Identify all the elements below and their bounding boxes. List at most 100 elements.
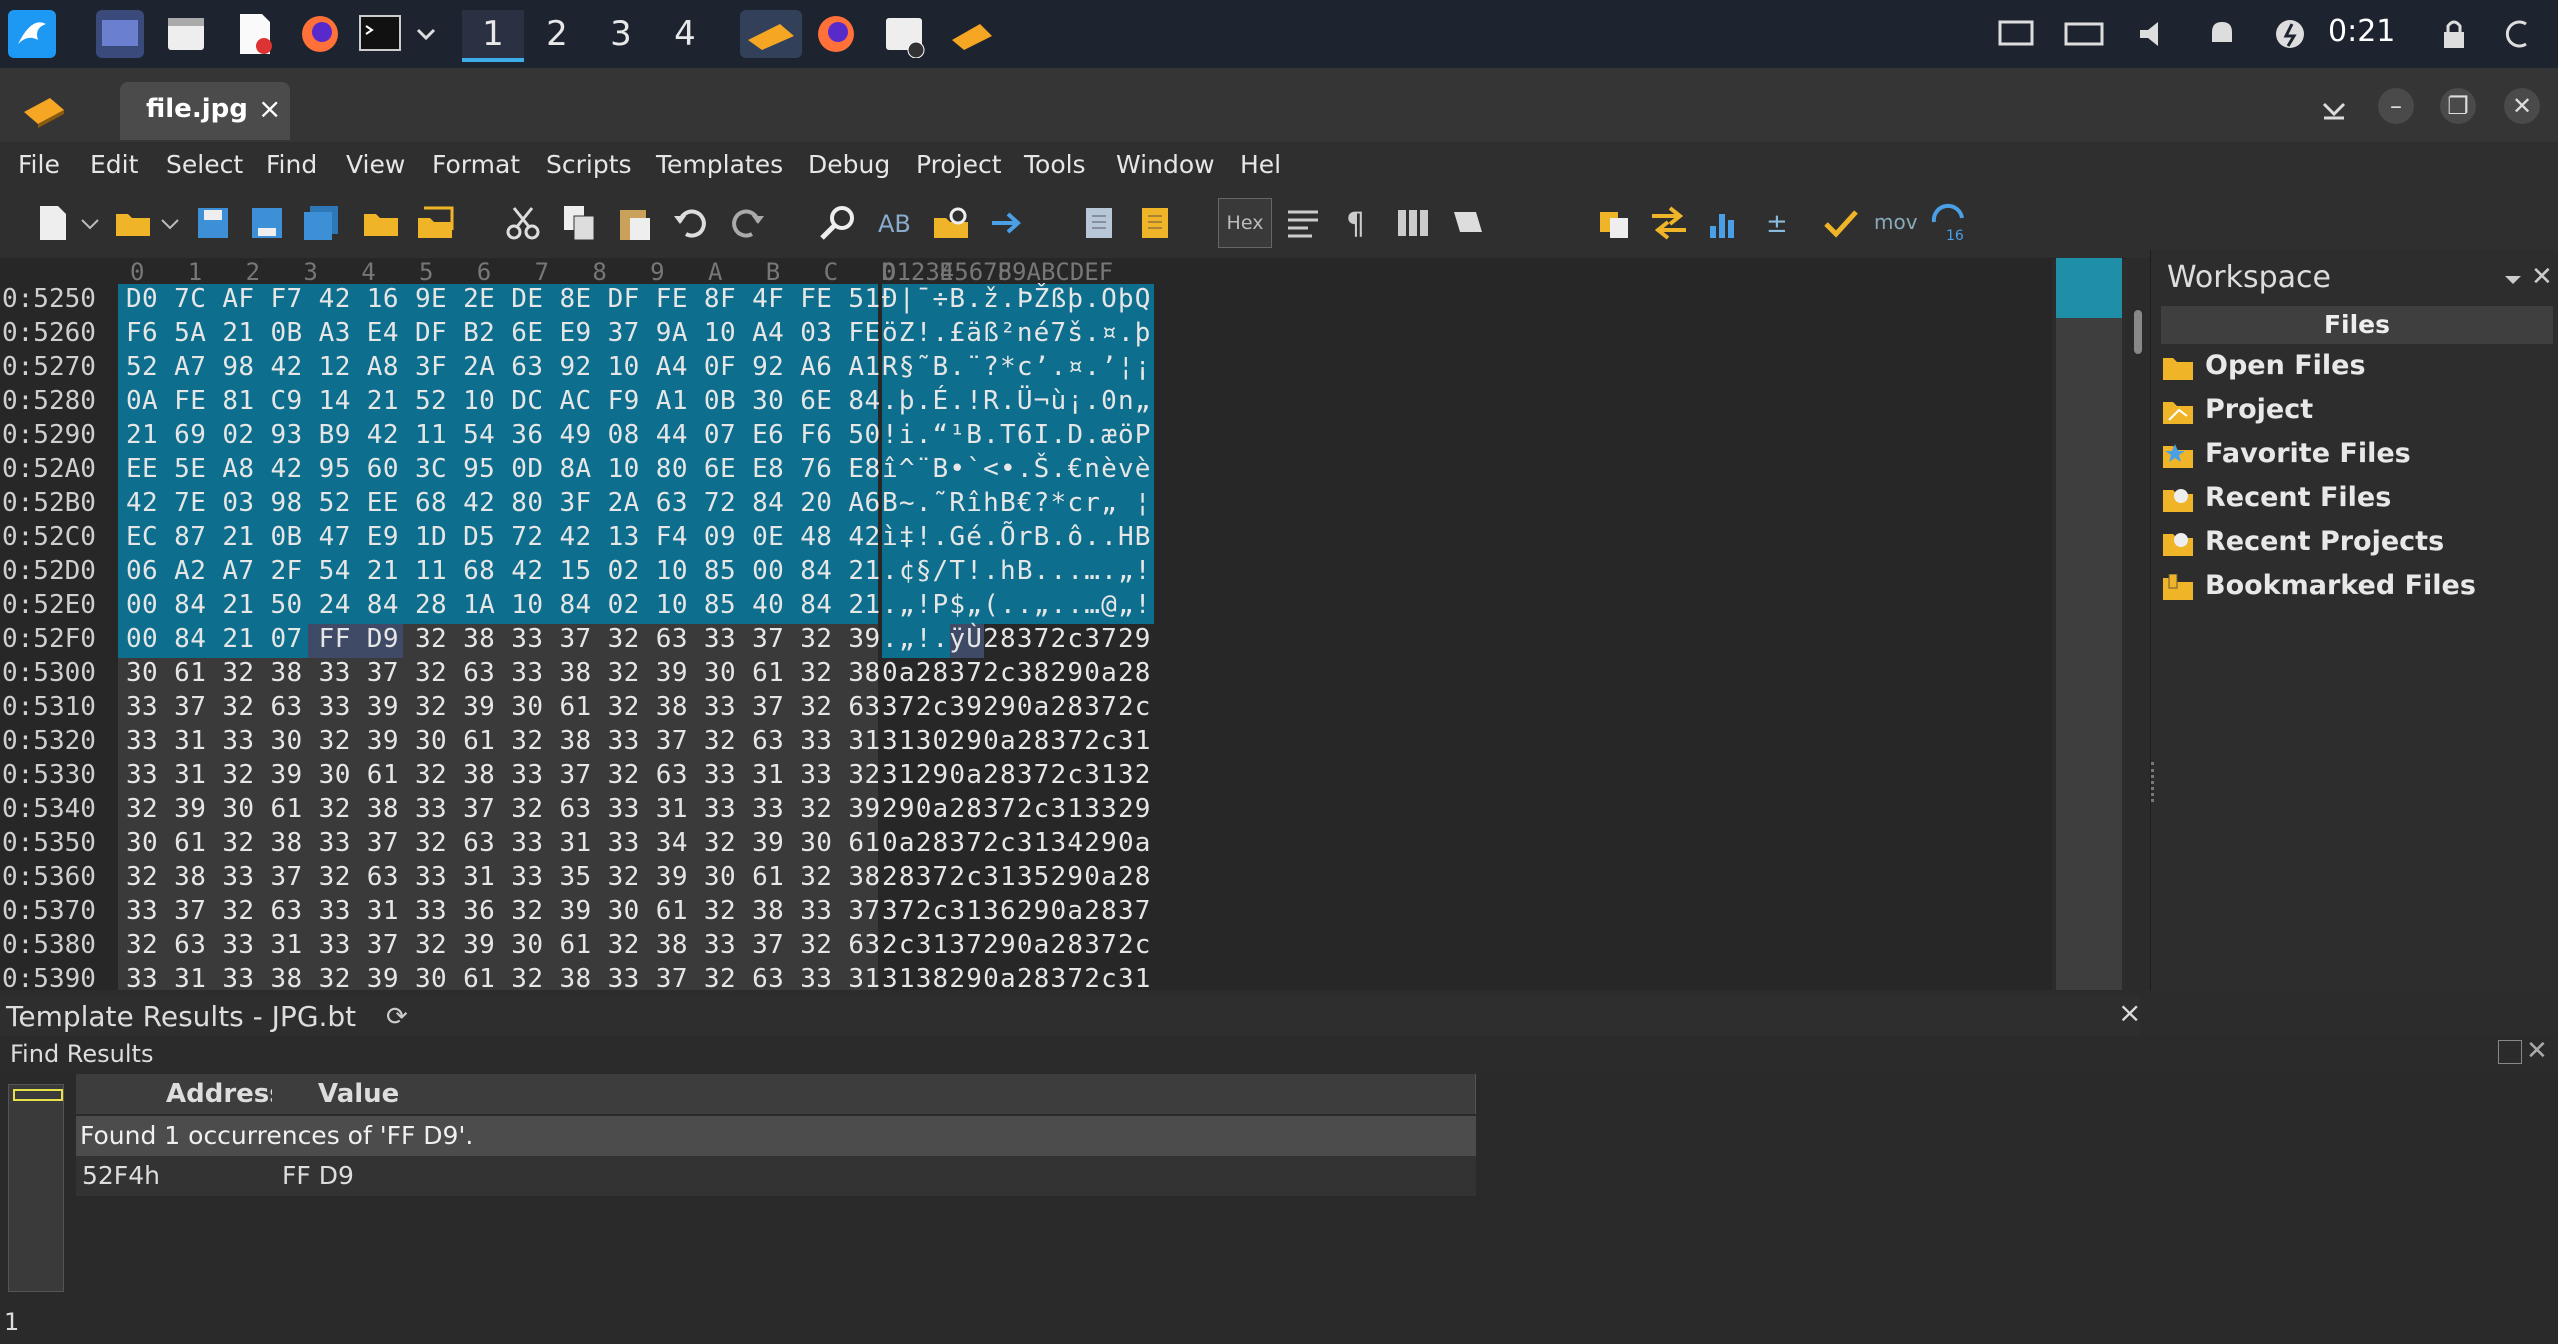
ascii-bytes[interactable]: 28372c3135290a28	[882, 862, 1152, 896]
new-file-icon[interactable]	[32, 202, 74, 244]
hex-bytes[interactable]: 42 7E 03 98 52 EE 68 42 80 3F 2A 63 72 8…	[126, 488, 881, 522]
hex-bytes[interactable]: D0 7C AF F7 42 16 9E 2E DE 8E DF FE 8F 4…	[126, 284, 881, 318]
menu-window[interactable]: Window	[1116, 150, 1215, 179]
ascii-bytes[interactable]: R§˜B.¨?*c’.¤.’¦¡	[882, 352, 1152, 386]
workspace-menu-icon[interactable]	[2503, 270, 2523, 290]
virtual-desktop-2[interactable]: 2	[526, 10, 588, 58]
redo-icon[interactable]	[726, 202, 768, 244]
menu-debug[interactable]: Debug	[808, 150, 890, 179]
ascii-bytes[interactable]: 372c3136290a2837	[882, 896, 1152, 930]
hex-bytes[interactable]: 33 31 32 39 30 61 32 38 33 37 32 63 33 3…	[126, 760, 881, 794]
ws-item-favorite-files[interactable]: Favorite Files	[2163, 436, 2543, 476]
pilcrow-icon[interactable]: ¶	[1336, 202, 1378, 244]
menu-project[interactable]: Project	[916, 150, 1002, 179]
workspace-files-header[interactable]: Files	[2161, 306, 2553, 344]
hex-bytes[interactable]: 33 31 33 30 32 39 30 61 32 38 33 37 32 6…	[126, 726, 881, 760]
hex-row[interactable]: 0:5370 33 37 32 63 33 31 33 36 32 39 30 6…	[0, 896, 2052, 930]
ascii-bytes[interactable]: 372c39290a28372c	[882, 692, 1152, 726]
open-file-icon[interactable]	[112, 202, 154, 244]
hex-mode-button[interactable]: Hex	[1218, 198, 1272, 248]
document-viewer-icon[interactable]	[230, 10, 278, 58]
replace-icon[interactable]: AB	[874, 202, 916, 244]
bell-icon[interactable]	[2198, 10, 2246, 58]
virtual-desktop-3[interactable]: 3	[590, 10, 652, 58]
firefox-icon[interactable]	[296, 10, 344, 58]
ascii-bytes[interactable]: 31290a28372c3132	[882, 760, 1152, 794]
hex-row[interactable]: 0:5250 D0 7C AF F7 42 16 9E 2E DE 8E DF F…	[0, 284, 2052, 318]
file-manager-task-icon[interactable]	[880, 10, 928, 59]
template-run-icon[interactable]	[1134, 202, 1176, 244]
lock-icon[interactable]	[2430, 10, 2478, 58]
tab-close-icon[interactable]: ×	[258, 92, 281, 125]
hex-bytes[interactable]: 33 37 32 63 33 39 32 39 30 61 32 38 33 3…	[126, 692, 881, 726]
ws-item-project[interactable]: Project	[2163, 392, 2543, 432]
ws-item-open-files[interactable]: Open Files	[2163, 348, 2543, 388]
ascii-bytes[interactable]: .„!P$„(..„..…@„!	[882, 590, 1152, 624]
ws-item-bookmarked-files[interactable]: Bookmarked Files	[2163, 568, 2543, 608]
firefox-task-icon[interactable]	[812, 10, 860, 58]
hex-row[interactable]: 0:52C0 EC 87 21 0B 47 E9 1D D5 72 42 13 F…	[0, 522, 2052, 556]
script-run-icon[interactable]	[1078, 202, 1120, 244]
ascii-bytes[interactable]: 290a28372c313329	[882, 794, 1152, 828]
menu-edit[interactable]: Edit	[90, 150, 138, 179]
hex-row[interactable]: 0:5310 33 37 32 63 33 39 32 39 30 61 32 3…	[0, 692, 2052, 726]
virtual-desktop-4[interactable]: 4	[654, 10, 716, 58]
hex-bytes[interactable]: EE 5E A8 42 95 60 3C 95 0D 8A 10 80 6E E…	[126, 454, 881, 488]
refresh-icon[interactable]: ⟳	[386, 1002, 408, 1032]
hex-bytes[interactable]: 33 31 33 38 32 39 30 61 32 38 33 37 32 6…	[126, 964, 881, 990]
scrollbar-thumb[interactable]	[2134, 310, 2142, 354]
undo-icon[interactable]	[670, 202, 712, 244]
hex-row[interactable]: 0:52F0 00 84 21 07 FF D9 32 38 33 37 32 6…	[0, 624, 2052, 658]
table-row[interactable]: 52F4h FF D9	[76, 1156, 1476, 1196]
base-converter-icon[interactable]: 16	[1928, 202, 1970, 244]
hex-row[interactable]: 0:5330 33 31 32 39 30 61 32 38 33 37 32 6…	[0, 760, 2052, 794]
chevron-down-icon[interactable]	[412, 10, 440, 58]
ws-item-recent-files[interactable]: Recent Files	[2163, 480, 2543, 520]
ascii-bytes[interactable]: Ð|¯÷B.ž.ÞŽßþ.OþQ	[882, 284, 1152, 318]
hex-vertical-scrollbar[interactable]	[2126, 258, 2150, 990]
col-value[interactable]: Value	[272, 1074, 1476, 1114]
menu-find[interactable]: Find	[266, 150, 317, 179]
ascii-bytes[interactable]: B~.˜RîhB€?*cr„ ¦	[882, 488, 1152, 522]
file-minimap[interactable]	[2056, 258, 2122, 990]
calculator-icon[interactable]: ±	[1762, 202, 1804, 244]
results-history-strip[interactable]	[8, 1084, 64, 1292]
restore-icon[interactable]: ❐	[2440, 88, 2476, 124]
hex-bytes[interactable]: 52 A7 98 42 12 A8 3F 2A 63 92 10 A4 0F 9…	[126, 352, 881, 386]
workspace-folders-icon[interactable]	[414, 202, 456, 244]
hex-row[interactable]: 0:5270 52 A7 98 42 12 A8 3F 2A 63 92 10 A…	[0, 352, 2052, 386]
hex-bytes[interactable]: 21 69 02 93 B9 42 11 54 36 49 08 44 07 E…	[126, 420, 881, 454]
checksum-icon[interactable]	[1820, 202, 1862, 244]
hex-row[interactable]: 0:5390 33 31 33 38 32 39 30 61 32 38 33 3…	[0, 964, 2052, 990]
hex-row[interactable]: 0:52E0 00 84 21 50 24 84 28 1A 10 84 02 1…	[0, 590, 2052, 624]
hex-row[interactable]: 0:5360 32 38 33 37 32 63 33 31 33 35 32 3…	[0, 862, 2052, 896]
ascii-bytes[interactable]: î^¨B•`<•.Š.€nèvè	[882, 454, 1152, 488]
ascii-bytes[interactable]: !i.“¹B.T6I.D.æöP	[882, 420, 1152, 454]
hex-row[interactable]: 0:52A0 EE 5E A8 42 95 60 3C 95 0D 8A 10 8…	[0, 454, 2052, 488]
folder-icon[interactable]	[360, 202, 402, 244]
hex-bytes[interactable]: EC 87 21 0B 47 E9 1D D5 72 42 13 F4 09 0…	[126, 522, 881, 556]
open-dropdown-icon[interactable]	[158, 202, 182, 244]
highlight-icon[interactable]	[1446, 202, 1488, 244]
menu-help[interactable]: Hel	[1240, 150, 1281, 179]
tab-list-icon[interactable]	[2316, 90, 2352, 126]
goto-icon[interactable]	[986, 202, 1028, 244]
results-summary-row[interactable]: Found 1 occurrences of 'FF D9'.	[76, 1116, 1476, 1156]
close-window-icon[interactable]: ✕	[2504, 88, 2540, 124]
virtual-desktop-1[interactable]: 1	[462, 10, 524, 62]
ws-item-recent-projects[interactable]: Recent Projects	[2163, 524, 2543, 564]
desktop-icon[interactable]	[96, 10, 144, 58]
menu-templates[interactable]: Templates	[656, 150, 783, 179]
hex-bytes[interactable]: 32 38 33 37 32 63 33 31 33 35 32 39 30 6…	[126, 862, 881, 896]
hex-bytes[interactable]: 30 61 32 38 33 37 32 63 33 31 33 34 32 3…	[126, 828, 881, 862]
hex-row[interactable]: 0:5260 F6 5A 21 0B A3 E4 DF B2 6E E9 37 9…	[0, 318, 2052, 352]
ascii-bytes[interactable]: 3138290a28372c31	[882, 964, 1152, 990]
kde-menu-icon[interactable]	[8, 10, 56, 58]
template-results-close-icon[interactable]: ×	[2118, 996, 2141, 1029]
col-address[interactable]: Address	[76, 1074, 285, 1114]
mov-label[interactable]: mov	[1874, 210, 1918, 234]
hex-bytes[interactable]: 30 61 32 38 33 37 32 63 33 38 32 39 30 6…	[126, 658, 881, 692]
hex-bytes[interactable]: 32 39 30 61 32 38 33 37 32 63 33 31 33 3…	[126, 794, 881, 828]
hex-bytes[interactable]: 00 84 21 50 24 84 28 1A 10 84 02 10 85 4…	[126, 590, 881, 624]
text-mode-icon[interactable]	[1282, 202, 1324, 244]
